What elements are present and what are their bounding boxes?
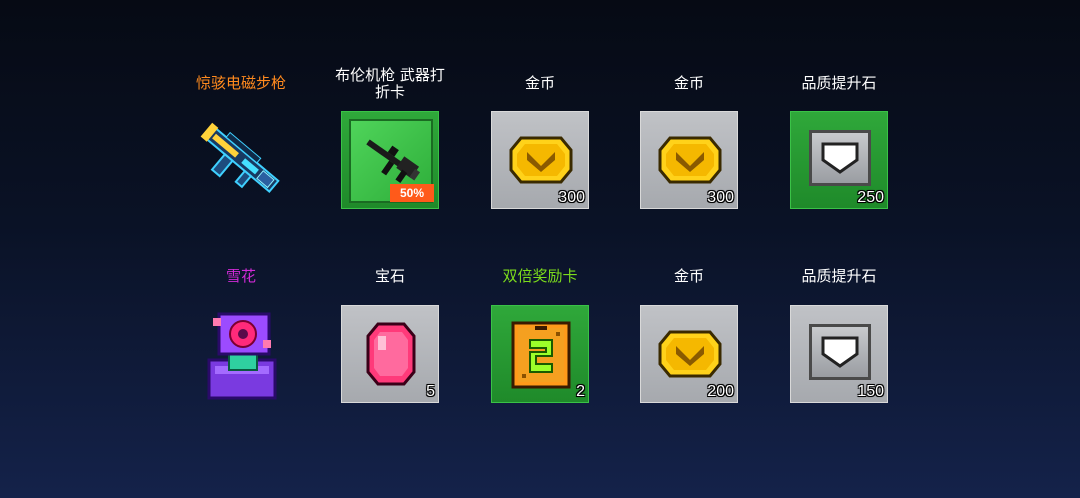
item-label: 金币 <box>673 74 704 92</box>
item-card: 150 <box>790 305 888 403</box>
gem-icon <box>366 322 416 386</box>
gold-coin-icon <box>509 136 573 184</box>
item-card: 300 <box>640 111 738 209</box>
item-label: 双倍奖励卡 <box>502 267 578 285</box>
item-card: 5 <box>341 305 439 403</box>
item-label: 金币 <box>673 267 704 285</box>
item-card: 250 <box>790 111 888 209</box>
item-card: 50% <box>341 111 439 209</box>
item-label: 惊骇电磁步枪 <box>195 74 286 92</box>
double-reward-card-icon <box>511 321 571 389</box>
item-card: 300 <box>491 111 589 209</box>
item-label: 金币 <box>524 74 555 92</box>
item-label: 宝石 <box>374 267 405 285</box>
discount-badge: 50% <box>390 184 434 202</box>
item-count: 2 <box>576 383 585 400</box>
rifle-icon <box>200 122 280 194</box>
gold-coin-icon <box>658 136 722 184</box>
quality-stone-icon <box>821 142 859 174</box>
item-count: 5 <box>426 383 435 400</box>
item-label: 布伦机枪 武器打折卡 <box>335 66 445 101</box>
snowflake-chest-icon <box>207 312 277 400</box>
reward-grid: 惊骇电磁步枪 布伦机枪 武器打折卡 50% 金币 300 金币 300 品质提升… <box>0 0 1080 498</box>
item-card: 200 <box>640 305 738 403</box>
item-count: 250 <box>857 189 884 206</box>
item-label: 雪花 <box>225 267 256 285</box>
item-count: 300 <box>707 189 734 206</box>
item-label: 品质提升石 <box>801 267 877 285</box>
item-card: 2 <box>491 305 589 403</box>
quality-stone-icon <box>821 336 859 368</box>
item-count: 150 <box>857 383 884 400</box>
machine-gun-icon <box>366 139 421 183</box>
gold-coin-icon <box>658 330 722 378</box>
item-label: 品质提升石 <box>801 74 877 92</box>
item-count: 300 <box>558 189 585 206</box>
item-count: 200 <box>707 383 734 400</box>
